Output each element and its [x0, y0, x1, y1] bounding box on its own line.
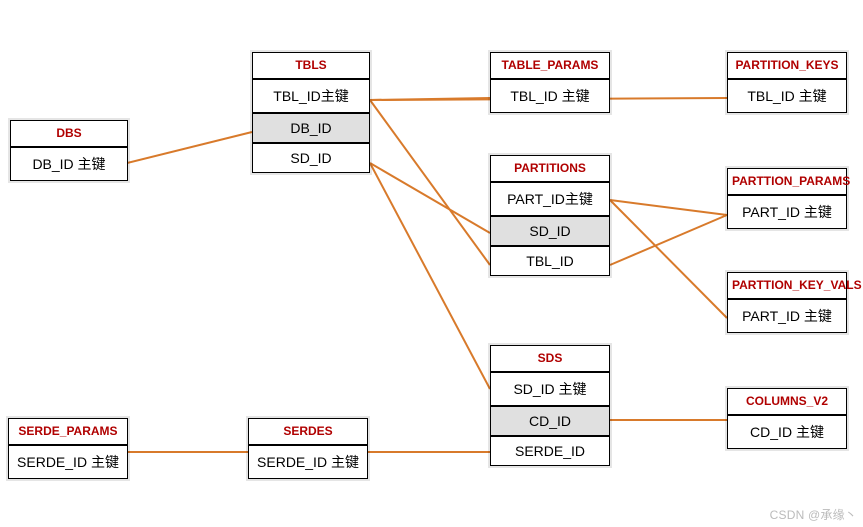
- entity-row: PART_ID 主键: [727, 195, 847, 229]
- entity-row: TBL_ID 主键: [490, 79, 610, 113]
- entity-header: SERDES: [248, 418, 368, 445]
- entity-parttion-params: PARTTION_PARAMS PART_ID 主键: [727, 168, 847, 229]
- entity-header: SDS: [490, 345, 610, 372]
- watermark-text: CSDN @承缘丶: [770, 506, 857, 523]
- entity-partitions: PARTITIONS PART_ID主键 SD_ID TBL_ID: [490, 155, 610, 276]
- entity-partition-keys: PARTITION_KEYS TBL_ID 主键: [727, 52, 847, 113]
- entity-serde-params: SERDE_PARAMS SERDE_ID 主键: [8, 418, 128, 479]
- entity-tbls: TBLS TBL_ID主键 DB_ID SD_ID: [252, 52, 370, 173]
- entity-row: PART_ID主键: [490, 182, 610, 216]
- diagram-canvas: DBS DB_ID 主键 TBLS TBL_ID主键 DB_ID SD_ID T…: [0, 0, 863, 527]
- entity-header: PARTITION_KEYS: [727, 52, 847, 79]
- entity-row: CD_ID: [490, 406, 610, 436]
- entity-row: CD_ID 主键: [727, 415, 847, 449]
- entity-row: SD_ID: [252, 143, 370, 173]
- entity-row: SERDE_ID: [490, 436, 610, 466]
- entity-sds: SDS SD_ID 主键 CD_ID SERDE_ID: [490, 345, 610, 466]
- entity-header: DBS: [10, 120, 128, 147]
- entity-row: TBL_ID: [490, 246, 610, 276]
- entity-serdes: SERDES SERDE_ID 主键: [248, 418, 368, 479]
- entity-header: PARTITIONS: [490, 155, 610, 182]
- entity-header: SERDE_PARAMS: [8, 418, 128, 445]
- entity-header: COLUMNS_V2: [727, 388, 847, 415]
- entity-header: PARTTION_PARAMS: [727, 168, 847, 195]
- entity-parttion-key-vals: PARTTION_KEY_VALS PART_ID 主键: [727, 272, 847, 333]
- entity-row: PART_ID 主键: [727, 299, 847, 333]
- entity-columns-v2: COLUMNS_V2 CD_ID 主键: [727, 388, 847, 449]
- entity-row: SD_ID 主键: [490, 372, 610, 406]
- entity-table-params: TABLE_PARAMS TBL_ID 主键: [490, 52, 610, 113]
- entity-header: PARTTION_KEY_VALS: [727, 272, 847, 299]
- entity-row: SERDE_ID 主键: [248, 445, 368, 479]
- entity-row: SERDE_ID 主键: [8, 445, 128, 479]
- entity-row: TBL_ID主键: [252, 79, 370, 113]
- entity-row: SD_ID: [490, 216, 610, 246]
- entity-row: TBL_ID 主键: [727, 79, 847, 113]
- entity-header: TBLS: [252, 52, 370, 79]
- entity-row: DB_ID 主键: [10, 147, 128, 181]
- entity-dbs: DBS DB_ID 主键: [10, 120, 128, 181]
- entity-row: DB_ID: [252, 113, 370, 143]
- entity-header: TABLE_PARAMS: [490, 52, 610, 79]
